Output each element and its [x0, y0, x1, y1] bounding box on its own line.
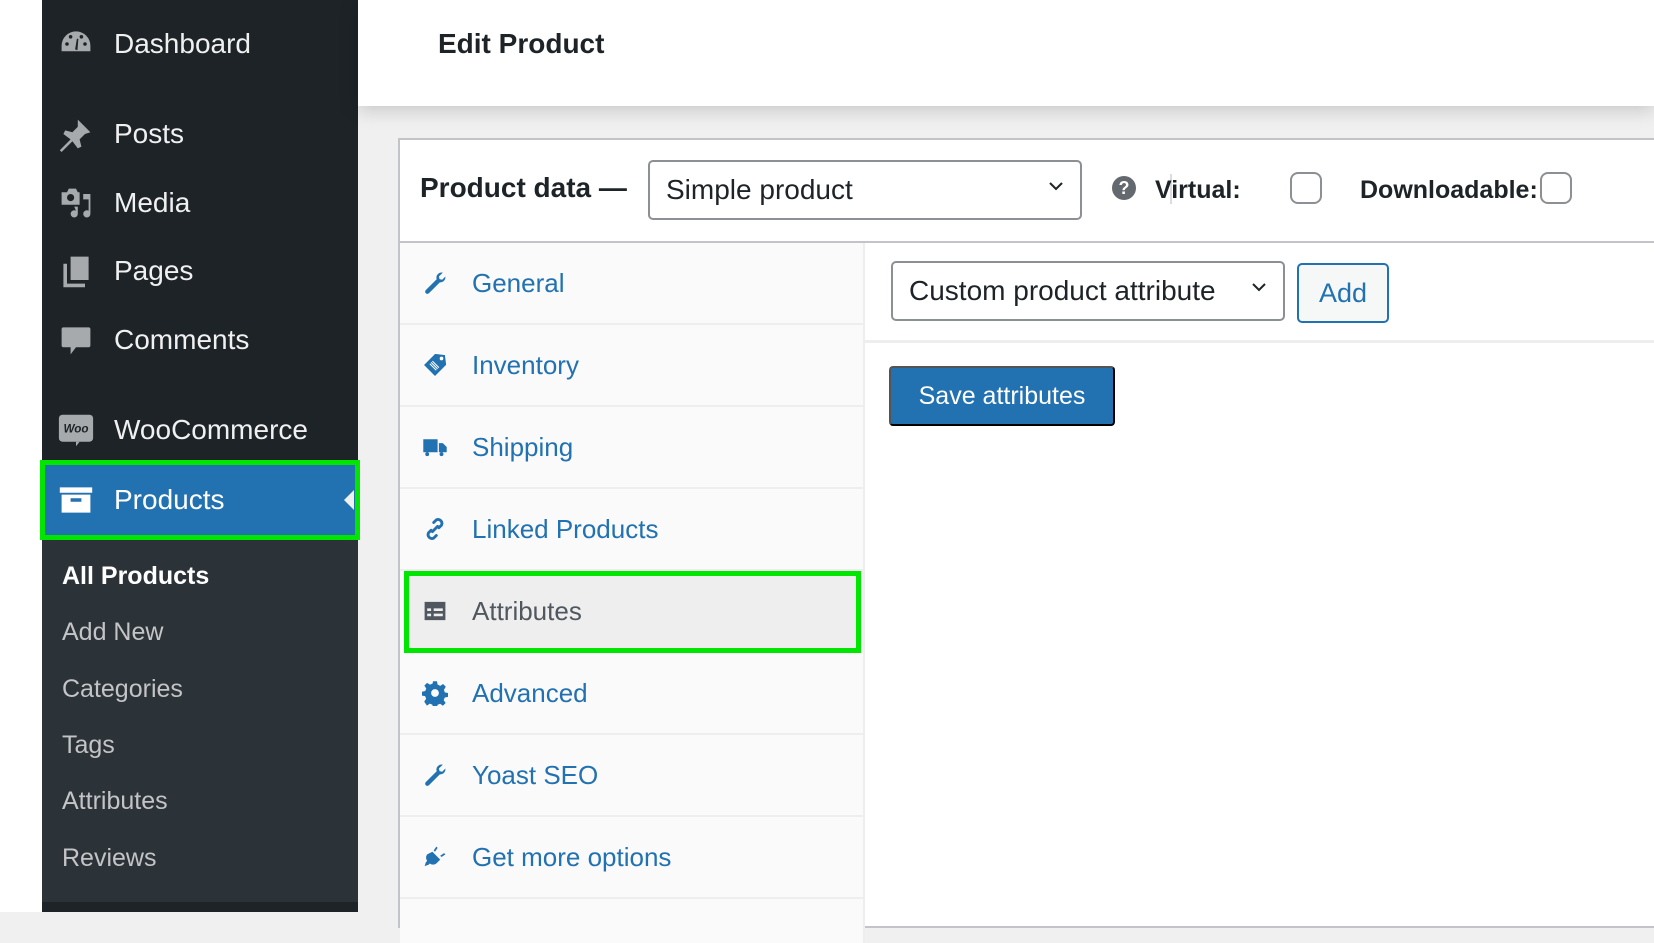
page-header: Edit Product: [358, 0, 1654, 106]
tag-icon: [420, 350, 450, 380]
svg-text:Woo: Woo: [63, 423, 88, 436]
sidebar-item-woocommerce[interactable]: Woo WooCommerce: [42, 400, 358, 460]
woo-icon: Woo: [56, 410, 96, 450]
plug-icon: [420, 842, 450, 872]
tab-general[interactable]: General: [400, 243, 863, 325]
submenu-categories[interactable]: Categories: [62, 675, 183, 704]
attributes-toolbar: Custom product attribute Add: [865, 243, 1654, 343]
archive-box-icon: [56, 480, 96, 520]
link-icon: [420, 514, 450, 544]
tab-label: Get more options: [472, 841, 672, 872]
product-type-value: Simple product: [666, 174, 853, 205]
dashboard-icon: [56, 24, 96, 64]
tab-yoast-seo[interactable]: Yoast SEO: [400, 735, 863, 817]
add-attribute-button[interactable]: Add: [1297, 263, 1389, 323]
product-type-select[interactable]: Simple product: [648, 160, 1082, 220]
page-title: Edit Product: [438, 28, 605, 59]
product-data-bar: Product data — Simple product ? Virtual:…: [400, 140, 1654, 243]
products-submenu: All Products Add New Categories Tags Att…: [42, 540, 358, 902]
virtual-label: Virtual:: [1155, 176, 1241, 204]
admin-sidebar: Dashboard Posts Media Pages Comments Woo…: [40, 0, 360, 912]
sidebar-item-comments[interactable]: Comments: [42, 310, 358, 370]
gear-icon: [420, 678, 450, 708]
tab-label: Linked Products: [472, 513, 659, 544]
tab-get-more-options[interactable]: Get more options: [400, 817, 863, 899]
left-gutter: [0, 0, 42, 912]
comment-icon: [56, 320, 96, 360]
wrench-icon: [420, 268, 450, 298]
tab-label: Attributes: [472, 595, 582, 626]
submenu-add-new[interactable]: Add New: [62, 618, 163, 647]
tab-linked-products[interactable]: Linked Products: [400, 489, 863, 571]
current-menu-arrow: [344, 490, 354, 510]
media-icon: [56, 183, 96, 223]
tab-label: General: [472, 267, 565, 298]
virtual-checkbox[interactable]: [1290, 172, 1322, 204]
sidebar-item-media[interactable]: Media: [42, 173, 358, 233]
sidebar-item-label: Comments: [114, 324, 250, 355]
tab-attributes[interactable]: Attributes: [404, 571, 861, 653]
downloadable-label: Downloadable:: [1360, 176, 1538, 204]
sidebar-item-posts[interactable]: Posts: [42, 104, 358, 164]
truck-icon: [420, 432, 450, 462]
tab-inventory[interactable]: Inventory: [400, 325, 863, 407]
save-attributes-button[interactable]: Save attributes: [889, 366, 1115, 426]
attribute-select-value: Custom product attribute: [909, 275, 1216, 306]
pages-icon: [56, 251, 96, 291]
sidebar-item-label: Products: [114, 484, 225, 515]
product-data-panel: Product data — Simple product ? Virtual:…: [398, 138, 1654, 943]
tab-label: Yoast SEO: [472, 759, 599, 790]
product-data-label: Product data —: [420, 172, 627, 203]
product-data-tabs: General Inventory Shipping Linked Produc…: [400, 243, 865, 943]
pushpin-icon: [56, 114, 96, 154]
chevron-down-icon: [1252, 283, 1266, 292]
tab-shipping[interactable]: Shipping: [400, 407, 863, 489]
help-icon[interactable]: ?: [1112, 176, 1136, 200]
sidebar-item-label: Dashboard: [114, 28, 251, 59]
sidebar-item-label: Posts: [114, 118, 185, 149]
sidebar-item-pages[interactable]: Pages: [42, 241, 358, 301]
wrench-icon: [420, 760, 450, 790]
sidebar-item-label: WooCommerce: [114, 414, 308, 445]
tab-label: Shipping: [472, 431, 574, 462]
submenu-reviews[interactable]: Reviews: [62, 844, 156, 873]
sidebar-item-label: Pages: [114, 255, 194, 286]
sidebar-item-dashboard[interactable]: Dashboard: [42, 14, 358, 74]
sidebar-item-products[interactable]: Products: [40, 460, 360, 540]
submenu-attributes[interactable]: Attributes: [62, 787, 168, 816]
submenu-all-products[interactable]: All Products: [62, 562, 209, 591]
tab-advanced[interactable]: Advanced: [400, 653, 863, 735]
submenu-tags[interactable]: Tags: [62, 731, 115, 760]
tab-label: Inventory: [472, 349, 579, 380]
attribute-taxonomy-select[interactable]: Custom product attribute: [891, 261, 1285, 321]
tab-label: Advanced: [472, 677, 588, 708]
downloadable-checkbox[interactable]: [1540, 172, 1572, 204]
chevron-down-icon: [1049, 182, 1063, 191]
list-view-icon: [420, 596, 450, 626]
sidebar-item-label: Media: [114, 187, 191, 218]
